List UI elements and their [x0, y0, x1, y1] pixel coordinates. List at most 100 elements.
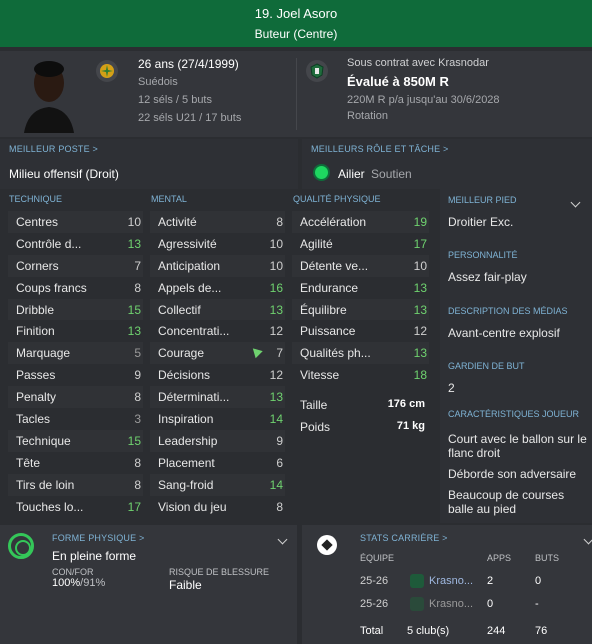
- player-header: 19. Joel Asoro Buteur (Centre): [0, 0, 592, 47]
- attribute-name: Déterminati...: [158, 390, 230, 405]
- physique-attribute-row[interactable]: Vitesse 18: [292, 364, 429, 386]
- sharpness-value: 91%: [83, 577, 106, 589]
- injury-risk-value: Faible: [169, 578, 202, 592]
- physique-attribute-row[interactable]: Détente ve... 10: [292, 254, 429, 277]
- height-row: Taille 176 cm: [292, 395, 429, 417]
- technique-attribute-row[interactable]: Dribble 15: [8, 298, 143, 321]
- attribute-name: Détente ve...: [300, 258, 369, 273]
- mental-attribute-row[interactable]: Agressivité 10: [150, 233, 285, 255]
- best-position-panel[interactable]: MEILLEUR POSTE > Milieu offensif (Droit): [0, 139, 298, 189]
- mental-attribute-row[interactable]: Collectif 13: [150, 298, 285, 321]
- attribute-value: 15: [127, 302, 141, 317]
- attribute-value: 8: [134, 455, 141, 470]
- attribute-value: 7: [134, 258, 141, 273]
- attribute-value: 8: [276, 215, 283, 229]
- technique-attribute-row[interactable]: Finition 13: [8, 320, 143, 342]
- attribute-value: 14: [269, 477, 283, 492]
- attribute-value: 17: [127, 499, 141, 514]
- chevron-down-icon[interactable]: [570, 197, 581, 208]
- best-role-label[interactable]: MEILLEURS RÔLE ET TÂCHE >: [311, 144, 448, 154]
- physique-attribute-row[interactable]: Qualités ph... 13: [292, 342, 429, 365]
- physique-attribute-row[interactable]: Puissance 12: [292, 320, 429, 342]
- total-goals: 76: [535, 625, 548, 637]
- technique-attribute-row[interactable]: Corners 7: [8, 254, 143, 277]
- attribute-name: Touches lo...: [16, 499, 84, 514]
- technique-attribute-row[interactable]: Technique 15: [8, 429, 143, 452]
- table-row[interactable]: 25-26 Krasno... 0 -: [302, 595, 592, 615]
- attribute-name: Qualités ph...: [300, 346, 371, 361]
- attribute-value: 13: [269, 302, 283, 317]
- height-value: 176 cm: [387, 398, 425, 410]
- apps-cell: 2: [487, 575, 494, 587]
- table-row[interactable]: 25-26 Krasno... 2 0: [302, 572, 592, 592]
- attribute-value: 8: [134, 390, 141, 405]
- physique-attribute-row[interactable]: Accélération 19: [292, 211, 429, 233]
- physique-attribute-row[interactable]: Endurance 13: [292, 277, 429, 299]
- mental-attribute-row[interactable]: Appels de... 16: [150, 277, 285, 299]
- form-label[interactable]: FORME PHYSIQUE >: [52, 533, 144, 543]
- technique-attribute-row[interactable]: Tacles 3: [8, 408, 143, 430]
- attribute-name: Leadership: [158, 433, 218, 448]
- attribute-value: 12: [269, 368, 283, 383]
- team-cell[interactable]: Krasno...: [429, 598, 473, 610]
- physique-attribute-row[interactable]: Équilibre 13: [292, 298, 429, 321]
- player-wage: 220M R p/a jusqu'au 30/6/2028: [347, 94, 500, 106]
- mental-attribute-row[interactable]: Placement 6: [150, 452, 285, 474]
- mental-attribute-row[interactable]: Activité 8: [150, 211, 285, 233]
- personality-value: Assez fair-play: [448, 270, 527, 284]
- attribute-value: 10: [269, 258, 283, 273]
- mental-attribute-row[interactable]: Sang-froid 14: [150, 473, 285, 496]
- technique-attribute-row[interactable]: Centres 10: [8, 211, 143, 233]
- best-position-label[interactable]: MEILLEUR POSTE >: [9, 144, 98, 154]
- technique-attribute-row[interactable]: Coups francs 8: [8, 277, 143, 299]
- chevron-down-icon[interactable]: [583, 534, 592, 545]
- contract-club[interactable]: Sous contrat avec Krasnodar: [347, 56, 500, 70]
- football-icon: [317, 535, 337, 555]
- nationality-flag-icon[interactable]: [96, 60, 118, 82]
- best-role-panel[interactable]: MEILLEURS RÔLE ET TÂCHE > Ailier Soutien: [302, 139, 592, 189]
- career-stats-label[interactable]: STATS CARRIÈRE >: [360, 533, 448, 543]
- mental-attribute-row[interactable]: Vision du jeu 8: [150, 496, 285, 518]
- attribute-name: Concentrati...: [158, 324, 230, 339]
- mental-attribute-row[interactable]: Leadership 9: [150, 429, 285, 452]
- mental-attribute-row[interactable]: Décisions 12: [150, 364, 285, 386]
- attribute-name: Centres: [16, 215, 59, 229]
- technique-attribute-row[interactable]: Contrôle d... 13: [8, 233, 143, 255]
- team-cell[interactable]: Krasno...: [429, 575, 473, 587]
- attribute-value: 12: [269, 324, 283, 339]
- technique-attribute-row[interactable]: Touches lo... 17: [8, 496, 143, 518]
- technique-attribute-row[interactable]: Penalty 8: [8, 386, 143, 409]
- season-cell: 25-26: [360, 598, 389, 610]
- goals-cell: 0: [535, 575, 542, 587]
- mental-attribute-row[interactable]: Anticipation 10: [150, 254, 285, 277]
- mental-attributes: Activité 8 Agressivité 10 Anticipation 10 Appe…: [150, 211, 285, 517]
- physique-attribute-row[interactable]: Agilité 17: [292, 233, 429, 255]
- player-u21-caps: 22 séls U21 / 17 buts: [138, 112, 242, 124]
- technique-attribute-row[interactable]: Passes 9: [8, 364, 143, 386]
- physical-measurements: Taille 176 cm Poids 71 kg: [292, 395, 429, 439]
- form-panel: FORME PHYSIQUE > En pleine forme CON/FOR…: [0, 525, 297, 644]
- contract-info: Sous contrat avec Krasnodar Évalué à 850…: [347, 56, 500, 122]
- goalkeeper-value: 2: [448, 381, 455, 395]
- form-value: En pleine forme: [52, 549, 137, 563]
- attribute-name: Technique: [16, 433, 71, 448]
- attribute-value: 7: [276, 346, 283, 361]
- attribute-value: 17: [413, 236, 427, 251]
- technique-attribute-row[interactable]: Marquage 5: [8, 342, 143, 365]
- player-nationality[interactable]: Suédois: [138, 74, 241, 90]
- apps-column-header[interactable]: APPS: [487, 553, 511, 563]
- personality-label: PERSONNALITÉ: [448, 250, 518, 260]
- mental-attribute-row[interactable]: Déterminati... 13: [150, 386, 285, 409]
- mental-attribute-row[interactable]: Inspiration 14: [150, 408, 285, 430]
- technique-attributes: Centres 10 Contrôle d... 13 Corners 7 Coups fr…: [8, 211, 143, 517]
- attribute-value: 13: [413, 280, 427, 295]
- technique-attribute-row[interactable]: Tête 8: [8, 452, 143, 474]
- attribute-name: Penalty: [16, 390, 57, 405]
- team-column-header[interactable]: ÉQUIPE: [360, 553, 394, 563]
- technique-attribute-row[interactable]: Tirs de loin 8: [8, 473, 143, 496]
- mental-attribute-row[interactable]: Courage 7: [150, 342, 285, 365]
- goals-column-header[interactable]: BUTS: [535, 553, 559, 563]
- club-badge-icon[interactable]: [306, 60, 328, 82]
- chevron-down-icon[interactable]: [277, 534, 288, 545]
- mental-attribute-row[interactable]: Concentrati... 12: [150, 320, 285, 342]
